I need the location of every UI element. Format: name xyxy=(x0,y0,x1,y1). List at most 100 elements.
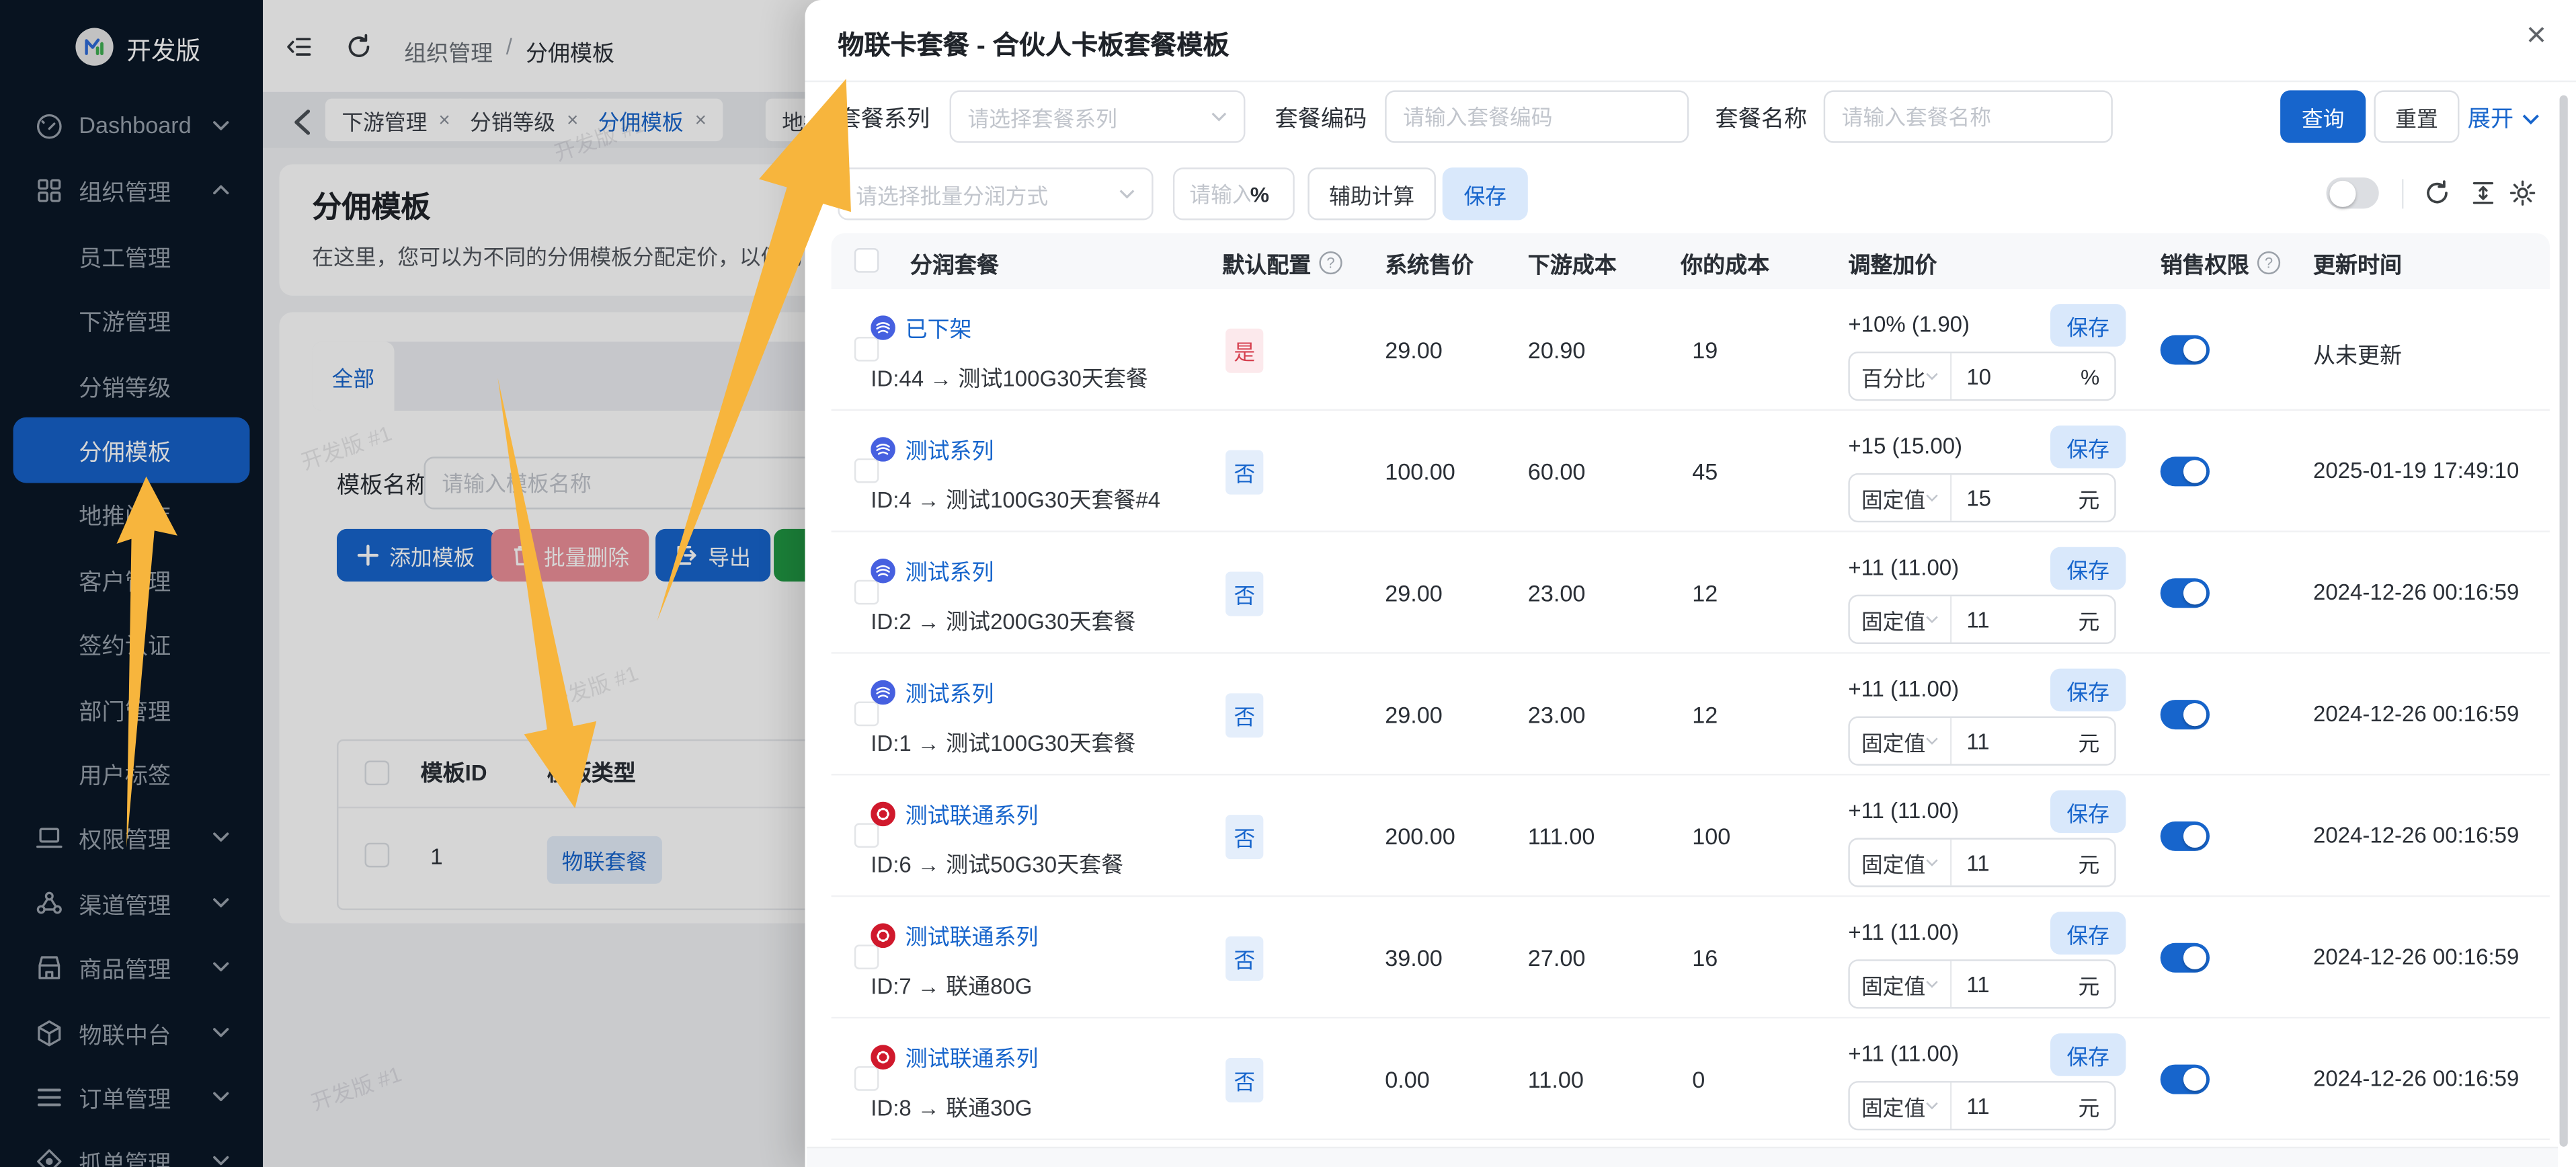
mobile-icon xyxy=(871,315,895,339)
row-save-button[interactable]: 保存 xyxy=(2050,669,2126,712)
package-id-label: ID:1 → 测试100G30天套餐 xyxy=(871,725,1135,758)
bulk-mode-select[interactable]: 请选择批量分润方式 xyxy=(838,167,1153,220)
sales-permission-toggle[interactable] xyxy=(2161,700,2210,729)
select-all-checkbox[interactable] xyxy=(854,248,879,273)
row-height-icon[interactable] xyxy=(2469,179,2497,207)
row-save-button[interactable]: 保存 xyxy=(2050,1033,2126,1076)
settings-gear-icon[interactable] xyxy=(2509,179,2537,207)
sales-permission-toggle[interactable] xyxy=(2161,578,2210,608)
system-price-value: 100.00 xyxy=(1385,458,1455,485)
unicom-icon xyxy=(871,801,895,826)
row-save-button[interactable]: 保存 xyxy=(2050,304,2126,347)
markup-mode-select[interactable]: 固定值 xyxy=(1850,961,1952,1007)
downstream-cost-value: 27.00 xyxy=(1528,944,1586,971)
series-link[interactable]: 测试系列 xyxy=(905,675,994,708)
markup-value-input[interactable]: 11 xyxy=(1951,850,2078,875)
series-link[interactable]: 已下架 xyxy=(905,311,972,344)
system-price-value: 39.00 xyxy=(1385,944,1443,971)
reset-button[interactable]: 重置 xyxy=(2374,90,2459,143)
bulk-save-button[interactable]: 保存 xyxy=(1443,167,1528,220)
updated-time-value: 2024-12-26 00:16:59 xyxy=(2313,702,2519,727)
package-id-label: ID:4 → 测试100G30天套餐#4 xyxy=(871,481,1160,514)
percent-suffix: % xyxy=(1250,182,1284,206)
series-link[interactable]: 测试联通系列 xyxy=(905,797,1039,830)
sales-permission-toggle[interactable] xyxy=(2161,1065,2210,1094)
markup-label: +11 (11.00) xyxy=(1848,799,1959,823)
downstream-cost-value: 60.00 xyxy=(1528,458,1586,485)
col-updated-time: 更新时间 xyxy=(2313,247,2402,280)
row-save-button[interactable]: 保存 xyxy=(2050,426,2126,469)
col-sales-permission: 销售权限? xyxy=(2161,247,2280,280)
markup-value-input[interactable]: 11 xyxy=(1951,972,2078,997)
sales-permission-toggle[interactable] xyxy=(2161,335,2210,365)
markup-value-input[interactable]: 11 xyxy=(1951,1093,2078,1118)
table-option-toggle[interactable] xyxy=(2327,177,2379,208)
series-link[interactable]: 测试系列 xyxy=(905,554,994,587)
markup-input-group[interactable]: 百分比 10 % xyxy=(1848,352,2116,401)
markup-input-group[interactable]: 固定值 11 元 xyxy=(1848,717,2116,766)
row-save-button[interactable]: 保存 xyxy=(2050,912,2126,955)
markup-input-group[interactable]: 固定值 11 元 xyxy=(1848,959,2116,1008)
help-icon[interactable]: ? xyxy=(1319,251,1342,274)
assist-calc-button[interactable]: 辅助计算 xyxy=(1307,167,1436,220)
help-icon[interactable]: ? xyxy=(2257,251,2280,274)
close-icon[interactable]: × xyxy=(2526,18,2546,52)
sales-permission-toggle[interactable] xyxy=(2161,943,2210,973)
scrollbar[interactable] xyxy=(2560,95,2568,1147)
series-link[interactable]: 测试联通系列 xyxy=(905,918,1039,951)
series-link[interactable]: 测试联通系列 xyxy=(905,1040,1039,1073)
sales-permission-toggle[interactable] xyxy=(2161,456,2210,486)
col-default-config: 默认配置? xyxy=(1222,247,1342,280)
search-button[interactable]: 查询 xyxy=(2280,90,2366,143)
default-config-tag: 否 xyxy=(1225,571,1263,616)
your-cost-value: 0 xyxy=(1692,1066,1705,1092)
markup-unit-label: 元 xyxy=(2078,847,2114,878)
downstream-cost-value: 20.90 xyxy=(1528,337,1586,363)
downstream-cost-value: 23.00 xyxy=(1528,580,1586,606)
package-row: 测试系列 ID:4 → 测试100G30天套餐#4 否 100.00 60.00… xyxy=(832,411,2550,532)
markup-input-group[interactable]: 固定值 11 元 xyxy=(1848,595,2116,644)
mobile-icon xyxy=(871,680,895,705)
markup-mode-select[interactable]: 固定值 xyxy=(1850,718,1952,764)
markup-unit-label: 元 xyxy=(2078,604,2114,635)
markup-mode-select[interactable]: 固定值 xyxy=(1850,1083,1952,1129)
markup-value-input[interactable]: 10 xyxy=(1951,364,2081,389)
markup-input-group[interactable]: 固定值 15 元 xyxy=(1848,473,2116,522)
system-price-value: 29.00 xyxy=(1385,702,1443,728)
row-save-button[interactable]: 保存 xyxy=(2050,791,2126,834)
chevron-down-icon xyxy=(1925,614,1939,625)
markup-label: +10% (1.90) xyxy=(1848,312,1970,337)
name-filter-label: 套餐名称 xyxy=(1715,102,1807,135)
series-filter-label: 套餐系列 xyxy=(838,102,930,135)
your-cost-value: 16 xyxy=(1692,944,1718,971)
series-link[interactable]: 测试系列 xyxy=(905,432,994,465)
markup-mode-select[interactable]: 固定值 xyxy=(1850,596,1952,642)
markup-mode-select[interactable]: 固定值 xyxy=(1850,475,1952,520)
expand-button[interactable]: 展开 xyxy=(2468,102,2540,135)
code-input[interactable] xyxy=(1385,90,1689,143)
table-bottom-strip xyxy=(807,1147,2558,1167)
markup-unit-label: 元 xyxy=(2078,482,2114,513)
markup-value-input[interactable]: 15 xyxy=(1951,485,2078,510)
markup-value-input[interactable]: 11 xyxy=(1951,729,2078,754)
your-cost-value: 12 xyxy=(1692,580,1718,606)
bulk-value-input[interactable] xyxy=(1174,182,1250,206)
markup-input-group[interactable]: 固定值 11 元 xyxy=(1848,1081,2116,1130)
system-price-value: 0.00 xyxy=(1385,1066,1430,1092)
name-input[interactable] xyxy=(1824,90,2113,143)
system-price-value: 200.00 xyxy=(1385,823,1455,849)
row-save-button[interactable]: 保存 xyxy=(2050,547,2126,590)
default-config-tag: 否 xyxy=(1225,936,1263,981)
mobile-icon xyxy=(871,436,895,461)
markup-label: +11 (11.00) xyxy=(1848,920,1959,945)
refresh-table-icon[interactable] xyxy=(2423,179,2452,207)
bulk-value-field[interactable]: % xyxy=(1173,167,1295,220)
markup-mode-select[interactable]: 固定值 xyxy=(1850,840,1952,885)
series-select[interactable]: 请选择套餐系列 xyxy=(950,90,1246,143)
markup-input-group[interactable]: 固定值 11 元 xyxy=(1848,838,2116,887)
markup-mode-select[interactable]: 百分比 xyxy=(1850,353,1952,399)
markup-value-input[interactable]: 11 xyxy=(1951,607,2078,632)
updated-time-value: 2024-12-26 00:16:59 xyxy=(2313,944,2519,969)
package-row: 测试系列 ID:2 → 测试200G30天套餐 否 29.00 23.00 12… xyxy=(832,532,2550,654)
sales-permission-toggle[interactable] xyxy=(2161,821,2210,851)
